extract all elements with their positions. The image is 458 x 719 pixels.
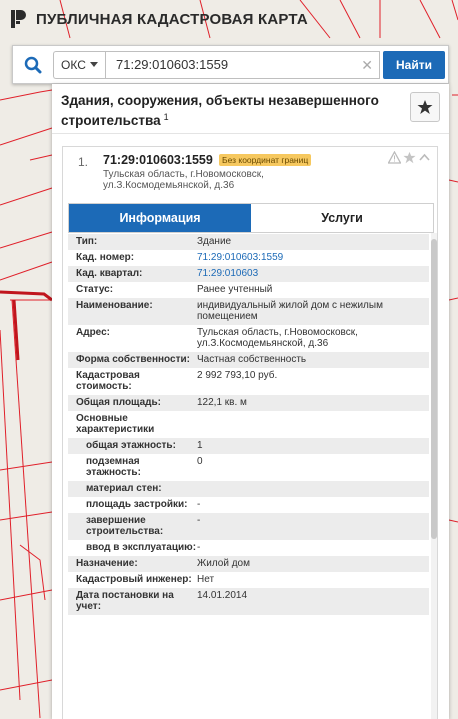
table-row: Основные характеристики — [68, 411, 429, 438]
row-key: Тип: — [76, 236, 98, 247]
row-value: Жилой дом — [197, 558, 250, 569]
table-row: завершение строительства: - — [68, 513, 429, 540]
table-row: ввод в эксплуатацию: - — [68, 540, 429, 556]
table-row: общая этажность: 1 — [68, 438, 429, 454]
warning-icon[interactable] — [388, 151, 401, 164]
panel-header: Здания, сооружения, объекты незавершенно… — [52, 84, 449, 134]
row-value: - — [197, 499, 201, 510]
status-badge: Без координат границ — [219, 154, 312, 166]
row-key: Наименование: — [76, 300, 153, 311]
table-row: Тип: Здание — [68, 234, 429, 250]
logo-icon — [8, 8, 30, 30]
app-header: ПУБЛИЧНАЯ КАДАСТРОВАЯ КАРТА — [0, 0, 458, 38]
search-input[interactable] — [106, 51, 379, 78]
result-card-header[interactable]: 1. 71:29:010603:1559 Без координат грани… — [63, 147, 437, 201]
row-value: 1 — [197, 440, 203, 451]
app-title: ПУБЛИЧНАЯ КАДАСТРОВАЯ КАРТА — [36, 10, 308, 28]
table-row: Адрес: Тульская область, г.Новомосковск, … — [68, 325, 429, 352]
cad-quarter-link[interactable]: 71:29:010603 — [197, 268, 429, 279]
favorite-button[interactable] — [410, 92, 440, 122]
search-bar: ОКС ✕ Найти — [12, 45, 449, 84]
close-icon[interactable]: ✕ — [361, 57, 373, 73]
row-value: 14.01.2014 — [197, 590, 248, 601]
row-key: Кад. квартал: — [76, 268, 143, 279]
result-count: 1 — [163, 112, 169, 122]
row-value: - — [197, 542, 201, 553]
chevron-up-icon[interactable] — [418, 151, 431, 164]
row-value: Частная собственность — [197, 354, 307, 365]
row-key: Дата постановки на учет: — [76, 590, 174, 612]
table-row: Наименование: индивидуальный жилой дом с … — [68, 298, 429, 325]
row-key: ввод в эксплуатацию: — [86, 542, 197, 553]
tab-information[interactable]: Информация — [69, 204, 251, 232]
row-key: подземная этажность: — [86, 456, 141, 478]
row-key: Кад. номер: — [76, 252, 135, 263]
row-value: Ранее учтенный — [197, 284, 273, 295]
row-value: Тульская область, г.Новомосковск, ул.З.К… — [197, 327, 358, 349]
table-row: Общая площадь: 122,1 кв. м — [68, 395, 429, 411]
tab-services[interactable]: Услуги — [251, 204, 433, 232]
row-key: общая этажность: — [86, 440, 176, 451]
table-row: Дата постановки на учет: 14.01.2014 — [68, 588, 429, 615]
row-value — [197, 413, 429, 435]
row-value: 2 992 793,10 руб. — [197, 370, 278, 381]
results-panel: Здания, сооружения, объекты незавершенно… — [52, 84, 449, 719]
star-icon — [417, 100, 433, 114]
panel-title-text: Здания, сооружения, объекты незавершенно… — [61, 93, 379, 128]
scrollbar-thumb[interactable] — [431, 239, 437, 539]
row-value: 122,1 кв. м — [197, 397, 247, 408]
row-key: Кадастровая стоимость: — [76, 370, 140, 392]
table-row: Статус: Ранее учтенный — [68, 282, 429, 298]
table-row: Кад. квартал: 71:29:010603 — [68, 266, 429, 282]
row-value: Нет — [197, 574, 215, 585]
result-card: 1. 71:29:010603:1559 Без координат грани… — [62, 146, 438, 719]
table-row: Кадастровый инженер: Нет — [68, 572, 429, 588]
row-value: - — [197, 515, 201, 526]
row-key: Кадастровый инженер: — [76, 574, 192, 585]
object-type-select[interactable]: ОКС — [53, 50, 105, 79]
row-key: Общая площадь: — [76, 397, 162, 408]
card-actions — [388, 151, 431, 164]
row-key: материал стен: — [86, 483, 162, 494]
chevron-down-icon — [89, 62, 98, 67]
search-field: ✕ — [105, 50, 380, 79]
table-row: площадь застройки: - — [68, 497, 429, 513]
table-row: материал стен: — [68, 481, 429, 497]
table-row: Форма собственности: Частная собственност… — [68, 352, 429, 368]
row-key: Статус: — [76, 284, 114, 295]
search-icon[interactable] — [13, 46, 53, 83]
result-number: 1. — [78, 155, 89, 169]
find-button[interactable]: Найти — [383, 50, 445, 79]
row-key: Форма собственности: — [76, 354, 190, 365]
star-icon[interactable] — [403, 151, 416, 164]
cad-number-link[interactable]: 71:29:010603:1559 — [197, 252, 429, 263]
object-type-value: ОКС — [61, 57, 86, 72]
row-key: Адрес: — [76, 327, 110, 338]
info-table: Тип: Здание Кад. номер: 71:29:010603:1559 … — [68, 234, 429, 615]
table-row: Назначение: Жилой дом — [68, 556, 429, 572]
table-row: подземная этажность: 0 — [68, 454, 429, 481]
scrollbar[interactable] — [431, 233, 437, 719]
table-row: Кадастровая стоимость: 2 992 793,10 руб. — [68, 368, 429, 395]
row-value: Здание — [197, 236, 232, 247]
result-cad-number: 71:29:010603:1559 — [103, 153, 213, 167]
row-value — [197, 483, 429, 494]
row-key: площадь застройки: — [86, 499, 188, 510]
panel-title: Здания, сооружения, объекты незавершенно… — [61, 92, 399, 129]
row-key: завершение строительства: — [86, 515, 164, 537]
table-row: Кад. номер: 71:29:010603:1559 — [68, 250, 429, 266]
row-key: Назначение: — [76, 558, 138, 569]
row-value: 0 — [197, 456, 203, 467]
row-key: Основные характеристики — [76, 413, 155, 435]
row-value: индивидуальный жилой дом с нежилым помещ… — [197, 300, 383, 322]
info-tabs: Информация Услуги — [68, 203, 434, 233]
result-address: Тульская область, г.Новомосковск, ул.З.К… — [103, 169, 264, 191]
